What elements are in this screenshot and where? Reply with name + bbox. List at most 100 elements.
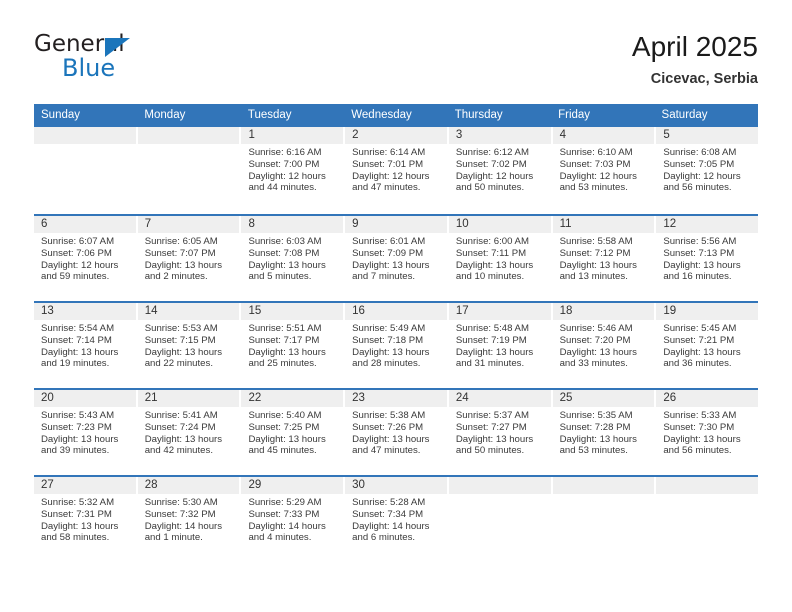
day-info-line: and 19 minutes. — [41, 358, 110, 370]
general-blue-logo[interactable]: General Blue — [34, 33, 234, 83]
day-info-line: Daylight: 12 hours — [559, 170, 637, 182]
calendar-day-cell-5[interactable]: 5 Sunrise: 6:08 AM Sunset: 7:05 PM Daylight… — [656, 127, 759, 214]
calendar-table: Sunday Monday Tuesday Wednesday Thursday Frid… — [34, 104, 759, 562]
day-info-line: Sunset: 7:17 PM — [248, 334, 320, 346]
page-header: General Blue April 2025 Cicevac, Serbia — [0, 0, 792, 92]
calendar-day-cell-9[interactable]: 9 Sunrise: 6:01 AM Sunset: 7:09 PM Daylight… — [345, 216, 449, 301]
day-info-line: Sunrise: 5:41 AM — [144, 410, 218, 421]
calendar-day-cell-11[interactable]: 11 Sunrise: 5:58 AM Sunset: 7:12 PM Dayligh… — [552, 216, 657, 301]
day-info-line: Sunset: 7:34 PM — [352, 508, 424, 520]
day-info-line: and 7 minutes. — [352, 271, 416, 283]
calendar-day-cell-27[interactable]: 27 Sunrise: 5:32 AM Sunset: 7:31 PM Dayligh… — [34, 477, 138, 562]
calendar-day-cell-20[interactable]: 20 Sunrise: 5:43 AM Sunset: 7:23 PM Dayligh… — [34, 390, 138, 475]
day-info-line: Daylight: 14 hours — [352, 520, 430, 532]
day-sun-info: Sunrise: 5:35 AM Sunset: 7:28 PM Daylight:… — [553, 407, 655, 457]
calendar-day-cell-28[interactable]: 28 Sunrise: 5:30 AM Sunset: 7:32 PM Dayligh… — [137, 477, 242, 562]
day-info-line: Sunrise: 5:51 AM — [248, 323, 322, 334]
weekday-header-wednesday: Wednesday — [351, 109, 412, 121]
calendar-day-cell-15[interactable]: 15 Sunrise: 5:51 AM Sunset: 7:17 PM Dayligh… — [241, 303, 346, 388]
day-info-line: Sunset: 7:33 PM — [248, 508, 320, 520]
calendar-week-row: 6 Sunrise: 6:07 AM Sunset: 7:06 PM Daylight… — [34, 214, 759, 301]
day-info-line: Daylight: 13 hours — [559, 433, 637, 445]
day-info-line: Sunrise: 5:37 AM — [455, 410, 529, 421]
day-info-line: Daylight: 13 hours — [455, 346, 534, 358]
day-number: 18 — [552, 303, 655, 320]
calendar-day-cell-8[interactable]: 8 Sunrise: 6:03 AM Sunset: 7:08 PM Daylight… — [241, 216, 346, 301]
calendar-day-cell-13[interactable]: 13 Sunrise: 5:54 AM Sunset: 7:14 PM Dayligh… — [34, 303, 138, 388]
calendar-day-cell-17[interactable]: 17 Sunrise: 5:48 AM Sunset: 7:19 PM Dayligh… — [448, 303, 553, 388]
day-info-line: Sunrise: 6:10 AM — [559, 147, 633, 158]
day-number: 3 — [448, 127, 551, 144]
day-info-line: Sunset: 7:26 PM — [352, 421, 424, 433]
calendar-day-cell-21[interactable]: 21 Sunrise: 5:41 AM Sunset: 7:24 PM Dayligh… — [137, 390, 242, 475]
calendar-day-cell-16[interactable]: 16 Sunrise: 5:49 AM Sunset: 7:18 PM Dayligh… — [345, 303, 449, 388]
day-number: 1 — [241, 127, 344, 144]
day-info-line: and 25 minutes. — [248, 358, 317, 370]
calendar-day-cell-14[interactable]: 14 Sunrise: 5:53 AM Sunset: 7:15 PM Dayligh… — [137, 303, 242, 388]
calendar-day-cell-25[interactable]: 25 Sunrise: 5:35 AM Sunset: 7:28 PM Dayligh… — [552, 390, 657, 475]
day-info-line: and 47 minutes. — [352, 445, 421, 457]
day-info-line: Sunset: 7:32 PM — [144, 508, 216, 520]
calendar-day-cell-12[interactable]: 12 Sunrise: 5:56 AM Sunset: 7:13 PM Dayligh… — [656, 216, 759, 301]
day-number: 7 — [137, 216, 240, 233]
day-info-line: and 6 minutes. — [352, 532, 416, 544]
day-info-line: Sunrise: 6:14 AM — [352, 147, 426, 158]
day-number — [448, 477, 551, 494]
calendar-week-row: 27 Sunrise: 5:32 AM Sunset: 7:31 PM Dayligh… — [34, 475, 759, 562]
day-number: 5 — [656, 127, 759, 144]
day-number: 26 — [656, 390, 759, 407]
calendar-day-cell-4[interactable]: 4 Sunrise: 6:10 AM Sunset: 7:03 PM Daylight… — [552, 127, 657, 214]
day-info-line: and 33 minutes. — [559, 358, 628, 370]
day-info-line: Sunrise: 6:03 AM — [248, 236, 322, 247]
day-sun-info: Sunrise: 5:29 AM Sunset: 7:33 PM Daylight:… — [241, 494, 343, 544]
day-sun-info: Sunrise: 5:45 AM Sunset: 7:21 PM Daylight:… — [656, 320, 758, 370]
calendar-day-cell-empty — [552, 477, 657, 562]
day-info-line: Daylight: 13 hours — [455, 433, 534, 445]
day-number: 6 — [34, 216, 136, 233]
day-info-line: Sunrise: 5:32 AM — [41, 497, 115, 508]
calendar-day-cell-30[interactable]: 30 Sunrise: 5:28 AM Sunset: 7:34 PM Dayligh… — [345, 477, 449, 562]
weekday-header-thursday: Thursday — [454, 109, 503, 121]
day-info-line: Daylight: 13 hours — [559, 346, 637, 358]
calendar-day-cell-23[interactable]: 23 Sunrise: 5:38 AM Sunset: 7:26 PM Dayligh… — [345, 390, 449, 475]
calendar-day-cell-10[interactable]: 10 Sunrise: 6:00 AM Sunset: 7:11 PM Dayligh… — [448, 216, 553, 301]
weekday-header-saturday: Saturday — [661, 109, 708, 121]
day-info-line: Sunset: 7:05 PM — [663, 158, 735, 170]
weekday-header-sunday: Sunday — [41, 109, 81, 121]
day-number: 17 — [448, 303, 551, 320]
day-sun-info: Sunrise: 6:08 AM Sunset: 7:05 PM Daylight:… — [656, 144, 758, 194]
calendar-day-cell-18[interactable]: 18 Sunrise: 5:46 AM Sunset: 7:20 PM Dayligh… — [552, 303, 657, 388]
day-sun-info: Sunrise: 5:56 AM Sunset: 7:13 PM Daylight:… — [656, 233, 758, 283]
day-info-line: Daylight: 13 hours — [248, 433, 326, 445]
calendar-day-cell-3[interactable]: 3 Sunrise: 6:12 AM Sunset: 7:02 PM Daylight… — [448, 127, 553, 214]
day-sun-info: Sunrise: 5:48 AM Sunset: 7:19 PM Daylight:… — [449, 320, 551, 370]
day-info-line: Sunset: 7:28 PM — [559, 421, 631, 433]
day-info-line: and 47 minutes. — [352, 182, 421, 194]
calendar-day-cell-1[interactable]: 1 Sunrise: 6:16 AM Sunset: 7:00 PM Daylight… — [241, 127, 346, 214]
calendar-day-cell-29[interactable]: 29 Sunrise: 5:29 AM Sunset: 7:33 PM Dayligh… — [241, 477, 346, 562]
calendar-day-cell-6[interactable]: 6 Sunrise: 6:07 AM Sunset: 7:06 PM Daylight… — [34, 216, 138, 301]
day-sun-info: Sunrise: 5:53 AM Sunset: 7:15 PM Daylight:… — [138, 320, 240, 370]
day-info-line: Daylight: 13 hours — [41, 433, 119, 445]
day-info-line: Daylight: 14 hours — [248, 520, 326, 532]
day-info-line: Daylight: 12 hours — [41, 259, 119, 271]
weekday-header-tuesday: Tuesday — [247, 109, 292, 121]
calendar-day-cell-7[interactable]: 7 Sunrise: 6:05 AM Sunset: 7:07 PM Daylight… — [137, 216, 242, 301]
calendar-day-cell-19[interactable]: 19 Sunrise: 5:45 AM Sunset: 7:21 PM Dayligh… — [656, 303, 759, 388]
day-info-line: Sunrise: 6:07 AM — [41, 236, 115, 247]
calendar-day-cell-22[interactable]: 22 Sunrise: 5:40 AM Sunset: 7:25 PM Dayligh… — [241, 390, 346, 475]
calendar-day-cell-24[interactable]: 24 Sunrise: 5:37 AM Sunset: 7:27 PM Dayligh… — [448, 390, 553, 475]
day-info-line: and 59 minutes. — [41, 271, 110, 283]
day-number: 12 — [656, 216, 759, 233]
day-info-line: Sunset: 7:02 PM — [455, 158, 527, 170]
day-info-line: and 42 minutes. — [144, 445, 213, 457]
calendar-day-cell-2[interactable]: 2 Sunrise: 6:14 AM Sunset: 7:01 PM Daylight… — [345, 127, 449, 214]
calendar-week-row: 1 Sunrise: 6:16 AM Sunset: 7:00 PM Daylight… — [34, 127, 759, 214]
calendar-day-cell-26[interactable]: 26 Sunrise: 5:33 AM Sunset: 7:30 PM Dayligh… — [656, 390, 759, 475]
day-sun-info: Sunrise: 5:49 AM Sunset: 7:18 PM Daylight:… — [345, 320, 447, 370]
day-info-line: Sunset: 7:27 PM — [455, 421, 527, 433]
day-info-line: Sunset: 7:01 PM — [352, 158, 424, 170]
day-sun-info: Sunrise: 5:38 AM Sunset: 7:26 PM Daylight:… — [345, 407, 447, 457]
day-info-line: and 36 minutes. — [663, 358, 732, 370]
day-info-line: Sunrise: 5:29 AM — [248, 497, 322, 508]
